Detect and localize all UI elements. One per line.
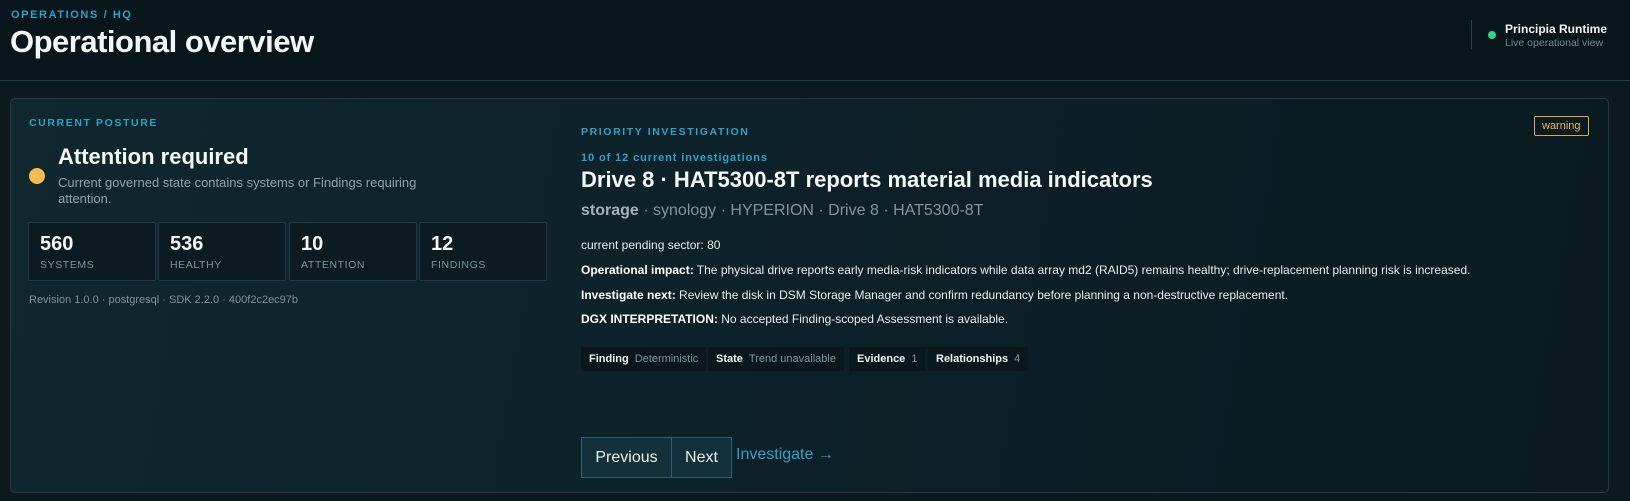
chip-evidence: Evidence 1 [849, 347, 926, 371]
stat-label: ATTENTION [301, 259, 366, 271]
chip-finding: Finding Deterministic [581, 347, 707, 371]
priority-label: PRIORITY INVESTIGATION [581, 126, 750, 138]
posture-description: Current governed state contains systems … [58, 175, 417, 206]
revision-info: Revision 1.0.0 · postgresql · SDK 2.2.0 … [29, 294, 299, 306]
chip-key: Finding [589, 353, 629, 365]
previous-button[interactable]: Previous [581, 437, 672, 478]
impact-line: Operational impact: The physical drive r… [581, 263, 1470, 277]
chip-key: State [716, 353, 743, 365]
stat-attention: 10 ATTENTION [289, 222, 417, 281]
investigation-subtitle: storage · synology · HYPERION · Drive 8 … [581, 202, 983, 220]
top-header: OPERATIONS / HQ Operational overview Pri… [0, 0, 1630, 81]
chip-relationships: Relationships 4 [928, 347, 1029, 371]
runtime-name: Principia Runtime [1505, 22, 1608, 36]
investigation-title: Drive 8 · HAT5300-8T reports material me… [581, 167, 1153, 192]
stat-value: 536 [170, 233, 204, 255]
severity-badge: warning [1534, 116, 1589, 136]
next-step-label: Investigate next: [581, 288, 676, 302]
posture-title: Attention required [58, 144, 249, 169]
runtime-status: Principia Runtime Live operational view [1471, 20, 1607, 49]
next-step-line: Investigate next: Review the disk in DSM… [581, 288, 1288, 302]
subtitle-category: storage [581, 202, 639, 219]
metric-line: current pending sector: 80 [581, 238, 721, 252]
stat-label: SYSTEMS [40, 259, 95, 271]
chip-key: Relationships [936, 353, 1009, 365]
stat-label: HEALTHY [170, 259, 222, 271]
subtitle-path: · synology · HYPERION · Drive 8 · HAT530… [638, 202, 984, 219]
chip-state: State Trend unavailable [708, 347, 844, 371]
investigation-count: 10 of 12 current investigations [581, 152, 768, 164]
stat-label: FINDINGS [431, 259, 486, 271]
impact-text: The physical drive reports early media-r… [693, 263, 1471, 277]
runtime-subtitle: Live operational view [1505, 37, 1604, 49]
posture-label: CURRENT POSTURE [29, 117, 159, 129]
chip-value: 4 [1014, 353, 1021, 365]
dgx-label: DGX INTERPRETATION: [581, 312, 718, 326]
overview-card: CURRENT POSTURE Attention required Curre… [10, 98, 1609, 493]
chip-value: 1 [911, 353, 918, 365]
stat-value: 560 [40, 233, 74, 255]
impact-label: Operational impact: [581, 263, 694, 277]
next-button[interactable]: Next [671, 437, 732, 478]
stat-findings: 12 FINDINGS [419, 222, 547, 281]
stat-value: 10 [301, 233, 324, 255]
stat-systems: 560 SYSTEMS [28, 222, 156, 281]
stat-value: 12 [431, 233, 454, 255]
investigate-link[interactable]: Investigate → [736, 446, 834, 464]
warning-status-icon [29, 168, 45, 184]
chip-value: Deterministic [634, 353, 699, 365]
dgx-text: No accepted Finding-scoped Assessment is… [717, 312, 1009, 326]
stat-healthy: 536 HEALTHY [158, 222, 286, 281]
dgx-line: DGX INTERPRETATION: No accepted Finding-… [581, 312, 1008, 326]
status-dot-icon [1488, 31, 1496, 39]
page-title: Operational overview [10, 24, 314, 59]
breadcrumb[interactable]: OPERATIONS / HQ [11, 9, 133, 21]
next-step-text: Review the disk in DSM Storage Manager a… [675, 288, 1289, 302]
chip-key: Evidence [857, 353, 906, 365]
chip-value: Trend unavailable [748, 353, 836, 365]
